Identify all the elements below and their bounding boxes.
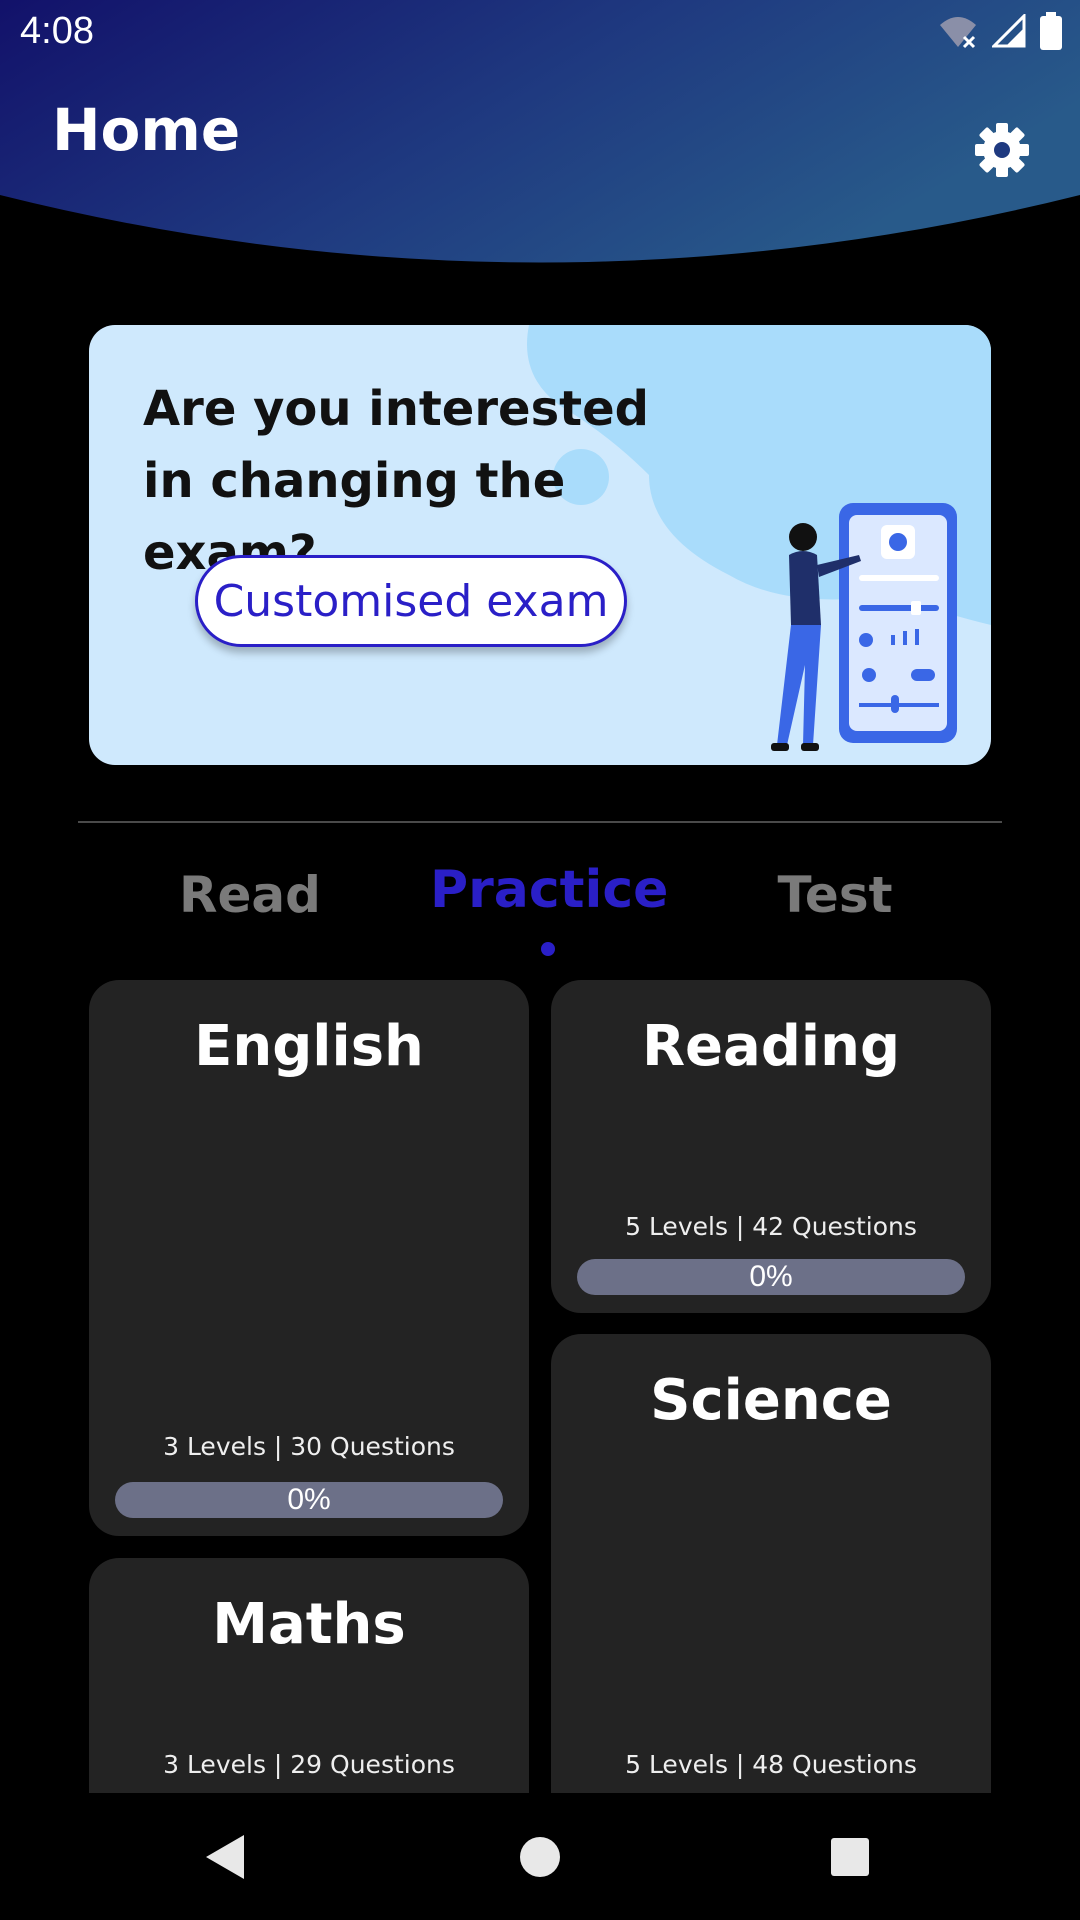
settings-button[interactable] xyxy=(972,120,1032,180)
battery-icon xyxy=(1040,12,1062,50)
wifi-off-icon xyxy=(940,17,976,49)
back-triangle-icon xyxy=(206,1835,244,1879)
subject-card-maths[interactable]: Maths 3 Levels | 29 Questions xyxy=(89,1558,529,1793)
subject-title: Maths xyxy=(212,1592,406,1657)
home-circle-icon xyxy=(520,1837,560,1877)
progress-bar: 0% xyxy=(115,1482,503,1518)
gear-icon xyxy=(975,123,1029,177)
active-tab-indicator xyxy=(541,942,555,956)
page-title: Home xyxy=(52,96,241,164)
subject-meta: 3 Levels | 29 Questions xyxy=(163,1750,455,1779)
signal-icon xyxy=(992,14,1026,48)
nav-back-button[interactable] xyxy=(200,1831,252,1883)
subject-grid[interactable]: English 3 Levels | 30 Questions 0% Readi… xyxy=(0,970,1080,1793)
subject-title: English xyxy=(194,1014,424,1079)
nav-home-button[interactable] xyxy=(514,1831,566,1883)
recents-square-icon xyxy=(831,1838,869,1876)
status-time: 4:08 xyxy=(20,10,94,52)
subject-title: Science xyxy=(650,1368,892,1433)
subject-meta: 5 Levels | 42 Questions xyxy=(625,1212,917,1241)
nav-recents-button[interactable] xyxy=(824,1831,876,1883)
customised-exam-button[interactable]: Customised exam xyxy=(195,555,627,647)
customise-exam-banner: Are you interested in changing the exam?… xyxy=(89,325,991,765)
progress-label: 0% xyxy=(287,1483,331,1516)
progress-bar: 0% xyxy=(577,1259,965,1295)
subject-card-english[interactable]: English 3 Levels | 30 Questions 0% xyxy=(89,980,529,1536)
system-nav-bar xyxy=(0,1793,1080,1920)
status-bar: 4:08 xyxy=(0,0,1080,62)
subject-card-science[interactable]: Science 5 Levels | 48 Questions xyxy=(551,1334,991,1793)
tab-read[interactable]: Read xyxy=(150,866,350,924)
section-divider xyxy=(78,821,1002,823)
subject-card-reading[interactable]: Reading 5 Levels | 42 Questions 0% xyxy=(551,980,991,1313)
phone-settings-illustration xyxy=(771,503,957,751)
tab-practice[interactable]: Practice xyxy=(430,860,668,920)
status-icons xyxy=(938,12,1062,50)
tab-test[interactable]: Test xyxy=(740,866,930,924)
subject-meta: 3 Levels | 30 Questions xyxy=(163,1432,455,1461)
subject-meta: 5 Levels | 48 Questions xyxy=(625,1750,917,1779)
progress-label: 0% xyxy=(749,1260,793,1293)
subject-title: Reading xyxy=(641,1014,901,1079)
